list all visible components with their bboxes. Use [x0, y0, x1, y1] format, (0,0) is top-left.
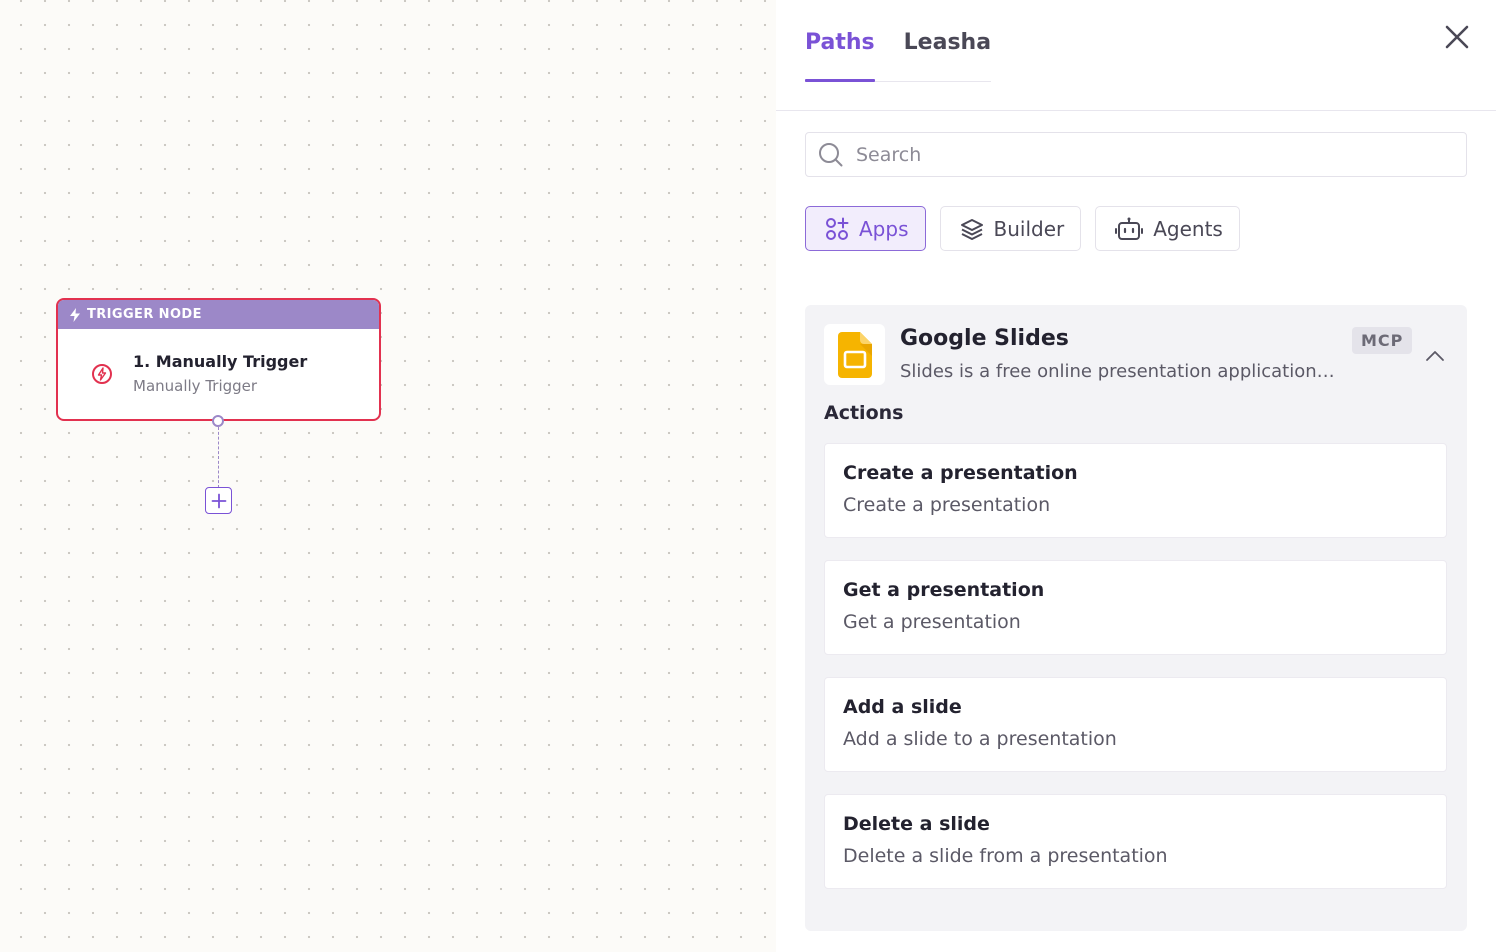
- action-list: Create a presentation Create a presentat…: [824, 443, 1447, 911]
- app-card-google-slides: Google Slides Slides is a free online pr…: [805, 305, 1467, 931]
- lightning-icon: [70, 307, 80, 322]
- trigger-node-subtitle: Manually Trigger: [133, 377, 258, 395]
- chevron-up-icon: [1426, 351, 1444, 361]
- layers-icon: [960, 218, 983, 240]
- trigger-node-output-handle[interactable]: [212, 415, 224, 427]
- close-button[interactable]: [1442, 22, 1472, 52]
- apps-grid-icon: [826, 217, 849, 240]
- trigger-node-header: TRIGGER NODE: [58, 300, 379, 329]
- plus-icon: [211, 493, 226, 508]
- search-input[interactable]: [856, 143, 1436, 166]
- app-description: Slides is a free online presentation app…: [900, 361, 1335, 382]
- add-node-button[interactable]: [205, 487, 232, 514]
- action-description: Delete a slide from a presentation: [843, 845, 1168, 867]
- action-create-presentation[interactable]: Create a presentation Create a presentat…: [824, 443, 1447, 538]
- filter-builder-button[interactable]: Builder: [939, 206, 1082, 251]
- tab-leasha[interactable]: Leasha: [904, 30, 991, 81]
- trigger-node-header-label: TRIGGER NODE: [87, 307, 202, 322]
- action-description: Get a presentation: [843, 611, 1021, 633]
- google-slides-logo: [824, 324, 885, 385]
- lightning-circle-icon: [91, 363, 113, 389]
- filter-apps-button[interactable]: Apps: [805, 206, 926, 251]
- filter-apps-label: Apps: [859, 216, 909, 241]
- action-title: Add a slide: [843, 696, 962, 718]
- action-delete-slide[interactable]: Delete a slide Delete a slide from a pre…: [824, 794, 1447, 889]
- filter-builder-label: Builder: [993, 216, 1065, 241]
- trigger-node-title: 1. Manually Trigger: [133, 352, 308, 371]
- workflow-canvas[interactable]: TRIGGER NODE 1. Manually Trigger Manuall…: [0, 0, 776, 952]
- robot-icon: [1115, 217, 1144, 240]
- close-icon: [1445, 25, 1469, 49]
- collapse-toggle[interactable]: [1422, 343, 1448, 369]
- search-box[interactable]: [805, 132, 1467, 177]
- action-title: Create a presentation: [843, 462, 1078, 484]
- action-title: Delete a slide: [843, 813, 990, 835]
- app-name: Google Slides: [900, 326, 1069, 351]
- node-picker-panel: Paths Leasha Apps: [776, 0, 1496, 952]
- trigger-node[interactable]: TRIGGER NODE 1. Manually Trigger Manuall…: [56, 298, 381, 421]
- action-description: Add a slide to a presentation: [843, 728, 1117, 750]
- mcp-badge: MCP: [1352, 327, 1413, 354]
- filter-agents-label: Agents: [1153, 216, 1223, 241]
- panel-tabs: Paths Leasha: [805, 30, 992, 82]
- tab-paths[interactable]: Paths: [805, 30, 875, 82]
- actions-heading: Actions: [824, 402, 904, 424]
- filter-agents-button[interactable]: Agents: [1095, 206, 1240, 251]
- panel-divider: [776, 110, 1496, 111]
- action-get-presentation[interactable]: Get a presentation Get a presentation: [824, 560, 1447, 655]
- action-title: Get a presentation: [843, 579, 1045, 601]
- action-add-slide[interactable]: Add a slide Add a slide to a presentatio…: [824, 677, 1447, 772]
- action-description: Create a presentation: [843, 494, 1051, 516]
- search-icon: [818, 142, 844, 168]
- filter-chips: Apps Builder Agents: [805, 206, 1254, 251]
- node-connector-line: [218, 427, 219, 488]
